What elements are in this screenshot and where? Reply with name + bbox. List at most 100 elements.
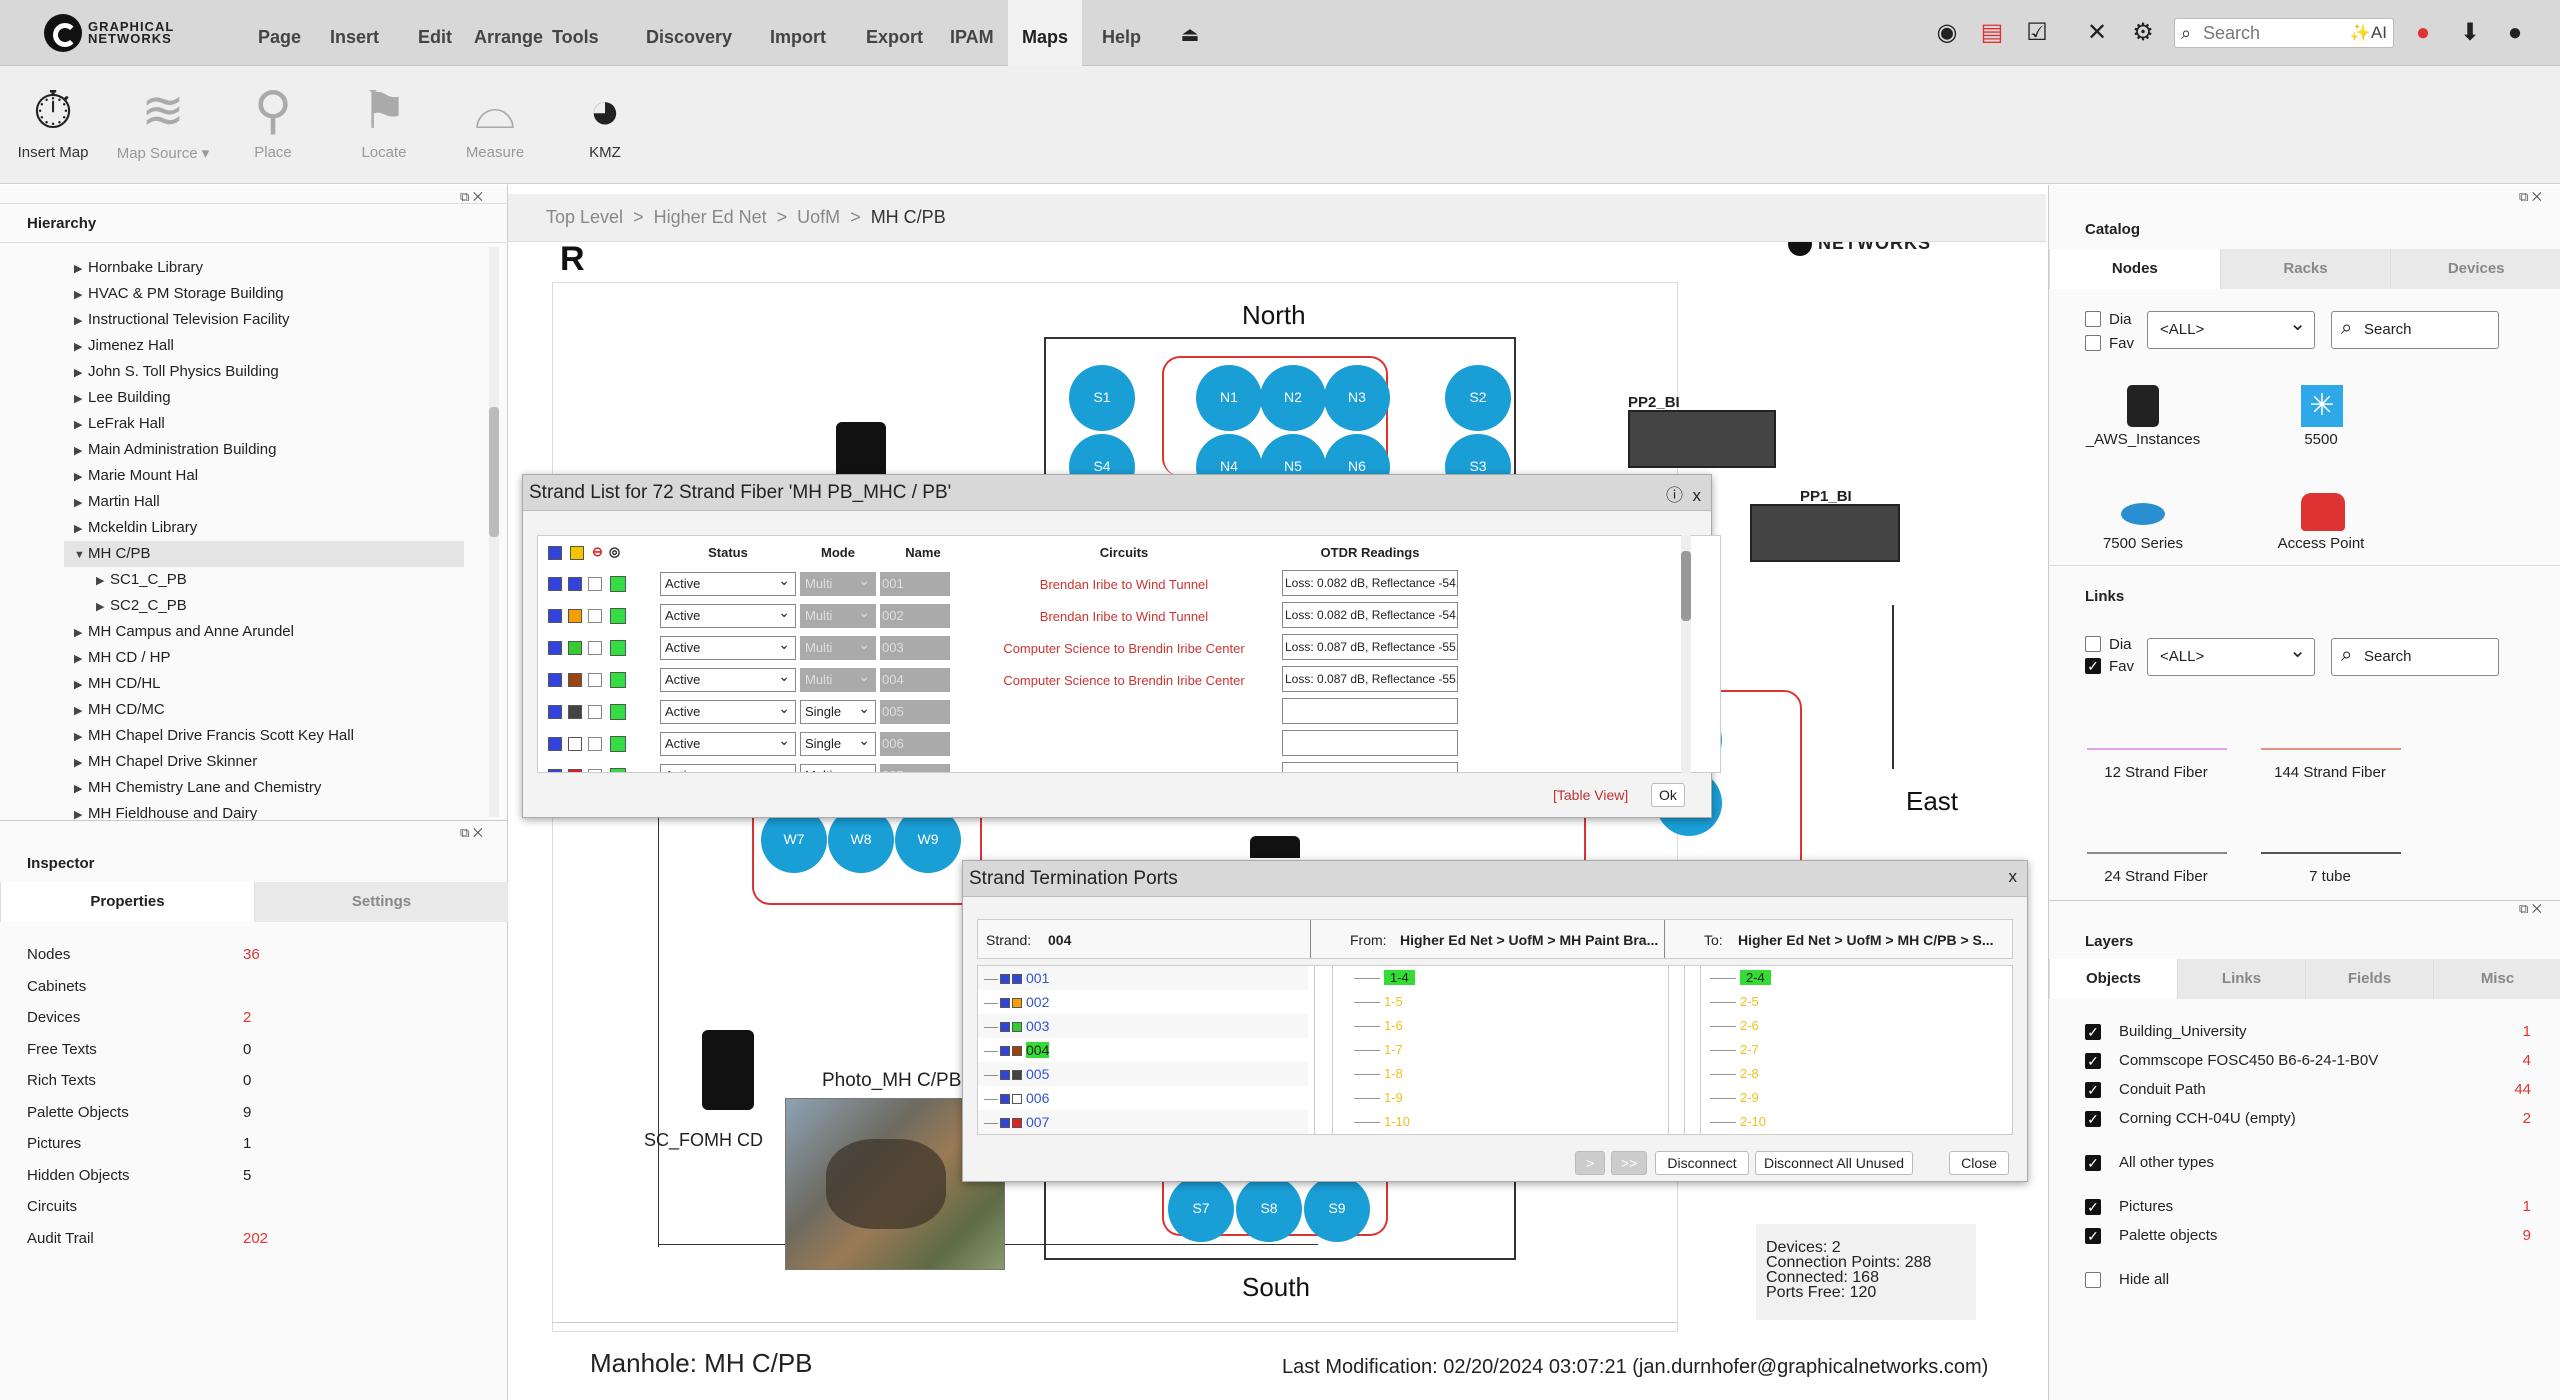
port-item[interactable]: —— 2-10 xyxy=(1710,1110,2010,1134)
strand-checkbox[interactable] xyxy=(588,673,602,688)
menu-page[interactable]: Page xyxy=(244,0,315,66)
strand-name-field[interactable]: 005 xyxy=(880,700,950,724)
circuit-link[interactable] xyxy=(968,760,1280,772)
tab-settings[interactable]: Settings xyxy=(254,882,508,922)
circuit-link[interactable] xyxy=(968,696,1280,728)
expand-icon[interactable]: ▶ xyxy=(74,750,88,776)
breadcrumb-item[interactable]: Higher Ed Net xyxy=(654,207,767,227)
tree-item[interactable]: ▶ SC1_C_PB xyxy=(74,567,494,593)
menu-ipam[interactable]: IPAM xyxy=(936,0,1008,66)
port-label[interactable]: 2-4 xyxy=(1740,970,1771,985)
float-icon[interactable]: ⧉ ✕ xyxy=(2519,901,2542,917)
expand-icon[interactable]: ▶ xyxy=(74,360,88,386)
table-view-link[interactable]: [Table View] xyxy=(1553,787,1628,803)
property-value[interactable]: 36 xyxy=(243,939,260,971)
menu-export[interactable]: Export xyxy=(852,0,937,66)
status-select[interactable]: Active xyxy=(660,633,796,660)
tree-item[interactable]: ▶ LeFrak Hall xyxy=(74,411,494,437)
close-button[interactable]: Close xyxy=(1949,1151,2009,1175)
strand-item[interactable]: — 006 xyxy=(978,1086,1308,1110)
tab-links[interactable]: Links xyxy=(2177,959,2305,999)
port-item[interactable]: —— 2-9 xyxy=(1710,1086,2010,1110)
strand-checkbox[interactable] xyxy=(588,577,602,592)
tree-item[interactable]: ▶ MH Chemistry Lane and Chemistry xyxy=(74,775,494,801)
port-item[interactable]: —— 2-5 xyxy=(1710,990,2010,1014)
links-fav-checkbox[interactable]: ✓ xyxy=(2085,658,2101,674)
mode-select[interactable]: Single xyxy=(800,729,876,756)
otdr-reading-field[interactable] xyxy=(1282,729,1458,756)
mode-select[interactable]: Multi xyxy=(800,633,876,660)
search-input[interactable]: ⌕ Search ✨AI xyxy=(2174,18,2394,48)
tree-item[interactable]: ▶ Martin Hall xyxy=(74,489,494,515)
strand-checkbox[interactable] xyxy=(588,705,602,720)
menu-import[interactable]: Import xyxy=(756,0,840,66)
port-item[interactable]: —— 1-7 xyxy=(1354,1038,1654,1062)
expand-icon[interactable]: ▶ xyxy=(74,724,88,750)
strand-checkbox[interactable] xyxy=(588,641,602,656)
expand-icon[interactable]: ▶ xyxy=(74,412,88,438)
port-item[interactable]: —— 2-8 xyxy=(1710,1062,2010,1086)
otdr-reading-field[interactable]: Loss: 0.087 dB, Reflectance -55.5 dB xyxy=(1282,633,1458,660)
closure-device[interactable] xyxy=(836,422,886,480)
menu-edit[interactable]: Edit xyxy=(404,0,466,66)
router-7500-icon[interactable] xyxy=(2121,503,2165,525)
tab-objects[interactable]: Objects xyxy=(2049,959,2177,999)
node-s7[interactable]: S7 xyxy=(1168,1176,1234,1242)
hierarchy-scrollbar[interactable] xyxy=(489,247,499,817)
tab-fields[interactable]: Fields xyxy=(2305,959,2433,999)
layer-checkbox[interactable]: ✓ xyxy=(2085,1155,2101,1171)
port-label[interactable]: 2-10 xyxy=(1740,1114,1766,1129)
gear-icon[interactable]: ⚙ xyxy=(2128,18,2158,48)
circuit-link[interactable]: Brendan Iribe to Wind Tunnel xyxy=(968,600,1280,632)
menu-maps[interactable]: Maps xyxy=(1008,0,1083,66)
otdr-reading-field[interactable]: Loss: 0.082 dB, Reflectance -54.7 dB xyxy=(1282,569,1458,596)
otdr-reading-field[interactable] xyxy=(1282,761,1458,772)
expand-icon[interactable]: ▶ xyxy=(74,334,88,360)
map-canvas[interactable]: R NETWORKS North S1 N1 N2 N3 S2 S4 N4 N5 N6 S3 PP… xyxy=(508,242,2046,1400)
strand-number[interactable]: 007 xyxy=(1026,1114,1049,1130)
circuit-link[interactable]: Computer Science to Brendin Iribe Center xyxy=(968,632,1280,664)
port-label[interactable]: 1-7 xyxy=(1384,1042,1403,1057)
port-label[interactable]: 2-5 xyxy=(1740,994,1759,1009)
strand-name-field[interactable]: 002 xyxy=(880,604,950,628)
color-b-icon[interactable] xyxy=(570,545,584,560)
strand-number[interactable]: 006 xyxy=(1026,1090,1049,1106)
node-s8[interactable]: S8 xyxy=(1236,1176,1302,1242)
links-filter-select[interactable]: <ALL> xyxy=(2147,633,2315,676)
expand-icon[interactable]: ▶ xyxy=(74,698,88,724)
tree-item[interactable]: ▶ SC2_C_PB xyxy=(74,593,494,619)
link-type-item[interactable]: 144 Strand Fiber xyxy=(2255,764,2405,781)
port-label[interactable]: 1-8 xyxy=(1384,1066,1403,1081)
ribbon-insert-map-button[interactable]: ⏱ Insert Map xyxy=(3,78,103,161)
port-item[interactable]: —— 1-10 xyxy=(1354,1110,1654,1134)
tab-nodes[interactable]: Nodes xyxy=(2049,249,2220,289)
tab-devices[interactable]: Devices xyxy=(2390,249,2560,289)
catalog-item-aws[interactable]: _AWS_Instances xyxy=(2085,431,2201,448)
strand-number[interactable]: 001 xyxy=(1026,970,1049,986)
fav-checkbox[interactable] xyxy=(2085,335,2101,351)
mode-select[interactable]: Multi xyxy=(800,761,876,772)
strand-item[interactable]: — 004 xyxy=(978,1038,1308,1062)
expand-icon[interactable]: ▶ xyxy=(96,568,110,594)
tab-misc[interactable]: Misc xyxy=(2433,959,2560,999)
next-button[interactable]: >> xyxy=(1611,1151,1647,1175)
link-line-icon[interactable] xyxy=(2261,852,2401,854)
breadcrumb-item[interactable]: UofM xyxy=(797,207,840,227)
menu-discovery[interactable]: Discovery xyxy=(632,0,746,66)
node-s9[interactable]: S9 xyxy=(1304,1176,1370,1242)
otdr-reading-field[interactable]: Loss: 0.082 dB, Reflectance -54.7 dB xyxy=(1282,601,1458,628)
expand-icon[interactable]: ▶ xyxy=(74,386,88,412)
otdr-reading-field[interactable] xyxy=(1282,697,1458,724)
graphical-networks-logo[interactable]: GRAPHICAL NETWORKS xyxy=(44,14,174,52)
strand-number[interactable]: 004 xyxy=(1026,1042,1050,1058)
node-n3[interactable]: N3 xyxy=(1324,365,1390,431)
tree-item[interactable]: ▶ MH CD / HP xyxy=(74,645,494,671)
port-item[interactable]: —— 2-6 xyxy=(1710,1014,2010,1038)
link-type-item[interactable]: 12 Strand Fiber xyxy=(2081,764,2231,781)
status-select[interactable]: Active xyxy=(660,729,796,756)
catalog-item-5500[interactable]: 5500 xyxy=(2263,431,2379,448)
port-item[interactable]: —— 1-4 xyxy=(1354,966,1654,990)
otdr-reading-field[interactable]: Loss: 0.087 dB, Reflectance -55.5 dB xyxy=(1282,665,1458,692)
expand-icon[interactable]: ▶ xyxy=(96,594,110,620)
mode-select[interactable]: Single xyxy=(800,697,876,724)
